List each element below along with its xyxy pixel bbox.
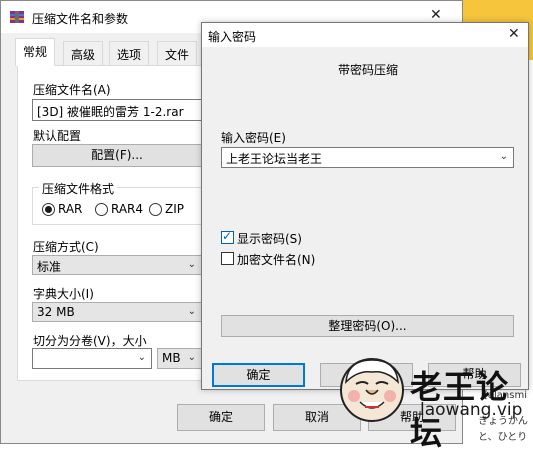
split-unit-select[interactable]: MB ⌄ <box>157 348 202 369</box>
split-label: 切分为分卷(V)，大小 <box>33 334 147 348</box>
winrar-app-icon <box>9 9 25 25</box>
tab-files[interactable]: 文件 <box>157 41 198 65</box>
chevron-down-icon: ⌄ <box>137 352 146 363</box>
chevron-down-icon: ⌄ <box>187 352 196 363</box>
dict-value: 32 MB <box>37 305 75 319</box>
config-button[interactable]: 配置(F)... <box>32 144 202 167</box>
chevron-down-icon: ⌄ <box>499 151 508 162</box>
format-group-label: 压缩文件格式 <box>39 180 118 197</box>
dict-label: 字典大小(I) <box>33 287 94 301</box>
default-config-label: 默认配置 <box>33 129 82 143</box>
password-value: 上老王论坛当老王 <box>226 152 323 166</box>
password-field[interactable]: 上老王论坛当老王 ⌄ <box>221 147 514 168</box>
archive-name-field[interactable]: [3D] 被催眠的雷芳 1-2.rar <box>32 99 212 121</box>
tab-advanced[interactable]: 高级 <box>63 41 104 65</box>
split-size-combo[interactable]: ⌄ <box>32 348 152 369</box>
encrypt-names-checkbox[interactable] <box>221 252 234 265</box>
radio-zip-label: ZIP <box>165 202 184 216</box>
password-label: 输入密码(E) <box>221 131 286 145</box>
password-dialog: 输入密码 ✕ 带密码压缩 输入密码(E) 上老王论坛当老王 ⌄ 显示密码(S) … <box>201 22 529 390</box>
split-unit-value: MB <box>162 351 181 365</box>
radio-rar[interactable] <box>42 203 55 216</box>
dialog-title: 压缩文件名和参数 <box>32 12 129 26</box>
close-icon[interactable]: ✕ <box>430 7 442 23</box>
archive-name-label: 压缩文件名(A) <box>33 83 111 97</box>
radio-rar-label: RAR <box>58 202 83 216</box>
radio-zip[interactable] <box>149 203 162 216</box>
chevron-down-icon: ⌄ <box>187 259 196 270</box>
dict-select[interactable]: 32 MB ⌄ <box>32 302 202 322</box>
organize-passwords-button[interactable]: 整理密码(O)... <box>221 315 514 337</box>
show-password-checkbox[interactable] <box>221 229 234 244</box>
encrypt-names-label: 加密文件名(N) <box>237 253 316 267</box>
watermark-url: laowang.vip <box>420 400 523 420</box>
radio-rar4[interactable] <box>95 203 108 216</box>
ok-button[interactable]: 确定 <box>177 404 265 431</box>
pwd-ok-button[interactable]: 确定 <box>212 363 305 387</box>
method-label: 压缩方式(C) <box>33 240 99 254</box>
method-value: 标准 <box>37 260 62 274</box>
tab-options[interactable]: 选项 <box>109 41 150 65</box>
dialog-title: 输入密码 <box>208 30 257 44</box>
close-icon[interactable]: ✕ <box>508 26 520 42</box>
tab-general[interactable]: 常规 <box>15 38 56 66</box>
radio-rar4-label: RAR4 <box>111 202 144 216</box>
dialog-heading: 带密码压缩 <box>338 63 399 77</box>
method-select[interactable]: 标准 ⌄ <box>32 255 202 275</box>
chevron-down-icon: ⌄ <box>187 306 196 317</box>
watermark-mascot-icon <box>336 352 408 424</box>
show-password-label: 显示密码(S) <box>237 232 302 246</box>
